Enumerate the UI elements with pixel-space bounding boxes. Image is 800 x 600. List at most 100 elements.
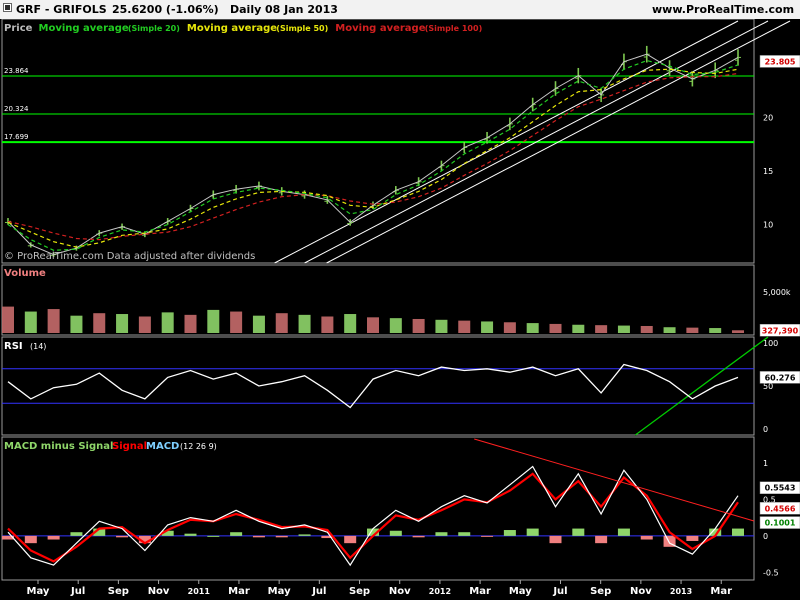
- x-axis-label: May: [27, 586, 50, 597]
- macd-histogram-bar: [230, 532, 243, 536]
- macd-histogram-bar: [116, 535, 129, 538]
- symbol-name: GRF - GRIFOLS: [16, 3, 107, 16]
- volume-bar: [207, 309, 220, 333]
- rsi-panel-frame: [1, 336, 755, 436]
- volume-title: Volume: [4, 268, 46, 279]
- volume-bar: [663, 327, 676, 333]
- macd-y-tick-label: 1: [763, 459, 768, 468]
- quote-value: 25.6200 (-1.06%): [112, 3, 219, 16]
- rsi-last-value: 60.276: [765, 373, 796, 382]
- symbol-checkbox[interactable]: [3, 3, 12, 12]
- macd-histogram-bar: [572, 528, 585, 536]
- chart-panels: 20151023.86420.32417.69923.805Price Movin…: [1, 19, 800, 581]
- period-label: Daily: [230, 3, 262, 16]
- volume-bar: [458, 320, 471, 333]
- x-axis-label: 2013: [670, 587, 692, 596]
- macd-histogram-bar: [686, 535, 699, 541]
- x-axis-label: Sep: [108, 586, 129, 597]
- volume-bar: [481, 321, 494, 333]
- volume-bar: [161, 312, 174, 333]
- macd-histogram-bar: [640, 535, 653, 540]
- price-y-tick-label: 10: [763, 221, 773, 230]
- x-axis-label: May: [268, 586, 291, 597]
- x-axis-label: Sep: [590, 586, 611, 597]
- x-axis-label: Jul: [70, 586, 85, 597]
- volume-y-tick-label: 5,000k: [763, 288, 791, 297]
- macd-histogram-bar: [435, 532, 448, 536]
- volume-bar: [116, 314, 129, 333]
- x-axis-label: Sep: [349, 586, 370, 597]
- volume-bar: [93, 313, 106, 333]
- volume-bar: [321, 316, 334, 333]
- x-axis-label: Nov: [630, 586, 652, 597]
- volume-bar: [503, 322, 516, 333]
- rsi-title: RSI: [4, 341, 23, 352]
- volume-bar: [572, 324, 585, 333]
- price-y-tick-label: 20: [763, 113, 773, 122]
- volume-bar: [298, 314, 311, 333]
- macd-histogram-bar: [481, 535, 494, 537]
- support-line-label: 23.864: [4, 67, 29, 75]
- volume-bar: [435, 319, 448, 333]
- macd-y-tick-label: 0: [763, 532, 768, 541]
- price-legend-item: (Simple 100): [425, 24, 483, 33]
- volume-panel: 5,000k 327,390 Volume: [1, 264, 800, 337]
- chart-header: GRF - GRIFOLS 25.6200 (-1.06%) Daily 08 …: [0, 0, 800, 19]
- macd-histogram-bar: [549, 535, 562, 544]
- x-axis-label: 2011: [188, 587, 211, 596]
- volume-bar: [275, 313, 288, 333]
- volume-bar: [526, 323, 539, 333]
- volume-bar: [230, 311, 243, 333]
- macd-last-value: 0.5543: [765, 484, 796, 493]
- support-line-label: 17.699: [4, 133, 29, 141]
- macd-histogram-bar: [617, 528, 630, 536]
- macd-hist-last-value: 0.1001: [765, 519, 796, 528]
- volume-bar: [709, 328, 722, 333]
- macd-histogram-bar: [412, 535, 425, 538]
- price-last-value: 23.805: [765, 57, 796, 66]
- macd-histogram-bar: [24, 535, 37, 544]
- volume-bar: [595, 325, 608, 333]
- macd-title-signal: Signal: [112, 441, 147, 452]
- volume-bar: [2, 306, 14, 333]
- macd-histogram-bar: [595, 535, 608, 544]
- macd-title-macd: MACD: [146, 441, 179, 452]
- macd-signal-last-value: 0.4566: [765, 504, 796, 513]
- date-label: 08 Jan 2013: [265, 3, 338, 16]
- volume-bar: [617, 325, 630, 333]
- x-axis-label: May: [509, 586, 532, 597]
- x-axis-label: Mar: [228, 586, 250, 597]
- macd-histogram-bar: [207, 535, 220, 537]
- macd-histogram-bar: [344, 535, 357, 544]
- volume-bar: [70, 315, 83, 333]
- volume-bar: [640, 325, 653, 333]
- macd-histogram-bar: [526, 528, 539, 536]
- macd-histogram-bar: [298, 534, 311, 536]
- macd-panel: 10.50-0.50.55430.45660.1001MACD minus Si…: [1, 436, 800, 581]
- volume-last-value: 327,390: [762, 326, 799, 335]
- price-footer-note: © ProRealTime.com Data adjusted after di…: [4, 251, 255, 262]
- macd-histogram-bar: [47, 535, 60, 540]
- macd-histogram-bar: [275, 535, 288, 538]
- price-legend-item: Price: [4, 23, 33, 34]
- stock-chart: 20151023.86420.32417.69923.805Price Movin…: [0, 19, 800, 600]
- macd-histogram-bar: [252, 535, 265, 538]
- macd-histogram-bar: [184, 533, 197, 536]
- x-axis-label: Jul: [311, 586, 326, 597]
- macd-panel-frame: [1, 436, 755, 581]
- volume-bar: [732, 330, 744, 333]
- macd-title-hist: MACD minus Signal: [4, 441, 113, 452]
- macd-histogram-bar: [732, 528, 744, 536]
- x-axis-label: Nov: [389, 586, 411, 597]
- volume-bar: [367, 317, 379, 333]
- x-axis-label: Mar: [469, 586, 491, 597]
- volume-bar: [686, 327, 699, 333]
- price-legend-item: (Simple 50): [276, 24, 328, 33]
- volume-bar: [252, 315, 265, 333]
- volume-bar: [47, 309, 60, 333]
- price-legend-item: Moving average: [187, 23, 277, 34]
- volume-bar: [549, 323, 562, 333]
- macd-param: (12 26 9): [180, 442, 217, 451]
- price-y-tick-label: 15: [763, 167, 773, 176]
- rsi-y-tick-label: 0: [763, 425, 768, 434]
